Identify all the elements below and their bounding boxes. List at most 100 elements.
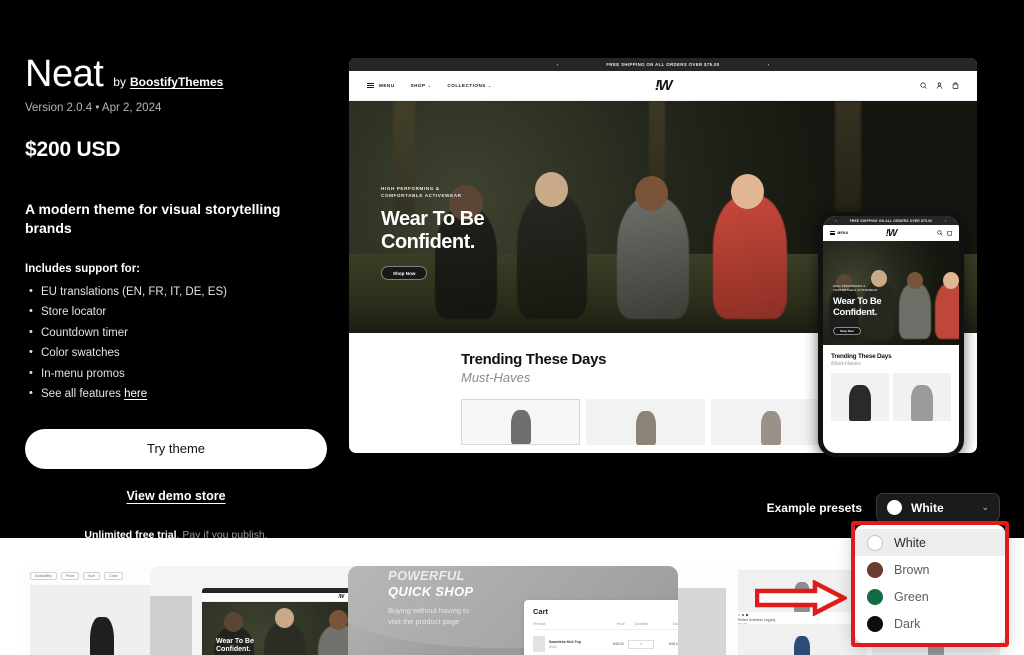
preset-dropdown-wrapper: White Brown Green Dark — [851, 521, 1009, 647]
hamburger-icon[interactable] — [830, 230, 835, 236]
nav-shop-item[interactable]: SHOP ⌄ — [411, 83, 432, 88]
filter-chip[interactable]: Color — [104, 572, 123, 580]
hamburger-icon — [367, 82, 374, 89]
mobile-product-row — [831, 373, 951, 421]
mobile-shop-now-button[interactable]: Shop Now — [833, 326, 861, 335]
mobile-screen: ‹ FREE SHIPPING ON ALL ORDERS OVER $75.0… — [823, 216, 959, 453]
theme-price: $200 USD — [25, 138, 121, 161]
cart-item-price: $48.00 — [613, 642, 624, 646]
hero-eyebrow-line2: COMFORTABLE ACTIVEWEAR — [381, 193, 462, 199]
try-theme-button[interactable]: Try theme — [25, 428, 327, 469]
mobile-announcement-next[interactable]: › — [945, 219, 946, 223]
list-item: Store locator — [25, 302, 330, 322]
mobile-hero-eyebrow-line2: COMFORTABLE ACTIVEWEAR — [833, 288, 878, 292]
list-item: Color swatches — [25, 343, 330, 363]
by-word: by — [113, 75, 126, 89]
product-tile[interactable] — [738, 624, 867, 655]
announcement-prev-arrow[interactable]: ‹ — [557, 62, 559, 67]
preset-option-brown[interactable]: Brown — [855, 556, 1005, 583]
list-item-see-all: See all features here — [25, 384, 330, 404]
quick-shop-title-line2: QUICK SHOP — [388, 584, 474, 599]
includes-heading: Includes support for: — [25, 262, 140, 275]
view-demo-store-link[interactable]: View demo store — [126, 489, 225, 503]
nav-menu-label: MENU — [379, 83, 395, 88]
search-icon[interactable] — [937, 230, 943, 236]
preset-option-white[interactable]: White — [855, 529, 1005, 556]
preset-select-trigger[interactable]: White ⌄ — [876, 493, 1000, 522]
mobile-hero-heading: Wear To Be Confident. — [833, 296, 882, 319]
hero-heading-line1: Wear To Be — [381, 208, 485, 231]
mobile-announcement-text: FREE SHIPPING ON ALL ORDERS OVER $75.00 — [849, 218, 933, 223]
example-presets-label: Example presets — [766, 500, 862, 515]
product-card[interactable] — [461, 399, 580, 445]
filter-chip[interactable]: Availability — [30, 572, 57, 580]
site-hero-line2: Confident. — [216, 646, 251, 654]
mobile-menu-label: MENU — [837, 231, 849, 235]
cart-title: Cart — [533, 607, 549, 616]
preset-option-green[interactable]: Green — [855, 583, 1005, 610]
hero-eyebrow: HIGH PERFORMING & COMFORTABLE ACTIVEWEAR — [381, 185, 484, 199]
preset-swatch-icon — [887, 500, 902, 515]
swatch-brown-icon — [867, 561, 883, 578]
preset-dropdown-menu: White Brown Green Dark — [855, 525, 1005, 643]
version-date-line: Version 2.0.4 • Apr 2, 2024 — [25, 102, 162, 114]
cart-icon[interactable] — [946, 230, 953, 236]
nav-collections-item[interactable]: COLLECTIONS ⌄ — [447, 83, 491, 88]
preview-nav: MENU SHOP ⌄ COLLECTIONS ⌄ — [367, 82, 492, 89]
product-card[interactable] — [711, 399, 830, 445]
cart-item-total: $48.00 — [669, 642, 678, 646]
preset-option-dark[interactable]: Dark — [855, 610, 1005, 637]
product-card[interactable] — [831, 373, 889, 421]
mobile-header-icons — [937, 230, 952, 236]
page-title: Neat — [25, 53, 104, 95]
quick-shop-subtitle-line2: visit the product page — [388, 616, 460, 626]
product-card[interactable] — [586, 399, 705, 445]
preset-option-label: Brown — [894, 562, 930, 577]
mobile-preview[interactable]: ‹ FREE SHIPPING ON ALL ORDERS OVER $75.0… — [818, 212, 964, 457]
table-row: Seamless Knit Top Black $48.00 1 $48.00 — [533, 636, 678, 652]
list-item: EU translations (EN, FR, IT, DE, ES) — [25, 282, 330, 302]
announcement-bar: ‹ FREE SHIPPING ON ALL ORDERS OVER $75.0… — [349, 58, 977, 71]
announcement-next-arrow[interactable]: › — [768, 62, 770, 67]
cart-item-thumbnail — [533, 636, 545, 652]
quick-shop-title-line1: POWERFUL — [388, 568, 465, 583]
list-item: In-menu promos — [25, 364, 330, 384]
quick-shop-subtitle: Buying without having to visit the produ… — [388, 606, 528, 628]
announcement-text: FREE SHIPPING ON ALL ORDERS OVER $75.00 — [606, 62, 720, 67]
search-icon[interactable] — [920, 82, 927, 89]
site-logo: !W — [338, 594, 344, 600]
cart-item-name: Seamless Knit Top — [549, 639, 581, 644]
mobile-trending-subtitle: Must-Haves — [831, 361, 861, 367]
quick-shop-subtitle-line1: Buying without having to — [388, 606, 470, 615]
cart-col-total: Total — [672, 622, 678, 626]
swatch-dark-icon — [867, 615, 883, 632]
preset-option-label: Green — [894, 589, 929, 604]
cart-item-variant: Black — [549, 644, 557, 649]
nav-menu-button[interactable]: MENU — [367, 82, 395, 89]
preview-site-logo: !W — [654, 77, 673, 94]
preset-selected-value: White — [911, 500, 944, 515]
mobile-hero-heading-line2: Confident. — [833, 306, 877, 318]
theme-tagline: A modern theme for visual storytelling b… — [25, 201, 281, 236]
filter-chip[interactable]: Price — [60, 572, 80, 580]
mobile-site-header: MENU !W — [823, 225, 959, 241]
cart-item-quantity[interactable]: 1 — [628, 639, 654, 649]
hero-heading-line2: Confident. — [381, 230, 475, 253]
nav-shop-label: SHOP — [410, 83, 426, 88]
cart-icon[interactable] — [952, 82, 959, 89]
vendor-line: by BoostifyThemes — [113, 75, 223, 89]
see-all-features-link[interactable]: here — [124, 388, 147, 400]
hero-heading: Wear To Be Confident. — [381, 208, 485, 253]
demo-link-container: View demo store — [25, 487, 327, 505]
hero-shop-now-button[interactable]: Shop Now — [381, 266, 428, 280]
filter-chip[interactable]: Size — [83, 572, 101, 580]
mobile-announcement-prev[interactable]: ‹ — [835, 219, 836, 223]
account-icon[interactable] — [936, 82, 943, 89]
gallery-item[interactable]: POWERFUL QUICK SHOP Buying without havin… — [348, 566, 678, 655]
cart-item-info: Seamless Knit Top Black — [549, 640, 598, 649]
vendor-link[interactable]: BoostifyThemes — [130, 75, 223, 89]
annotation-arrow-icon — [755, 580, 847, 616]
site-hero-heading: Wear To Be Confident. — [216, 638, 254, 654]
product-card[interactable] — [893, 373, 951, 421]
feature-list: EU translations (EN, FR, IT, DE, ES) Sto… — [25, 282, 330, 405]
